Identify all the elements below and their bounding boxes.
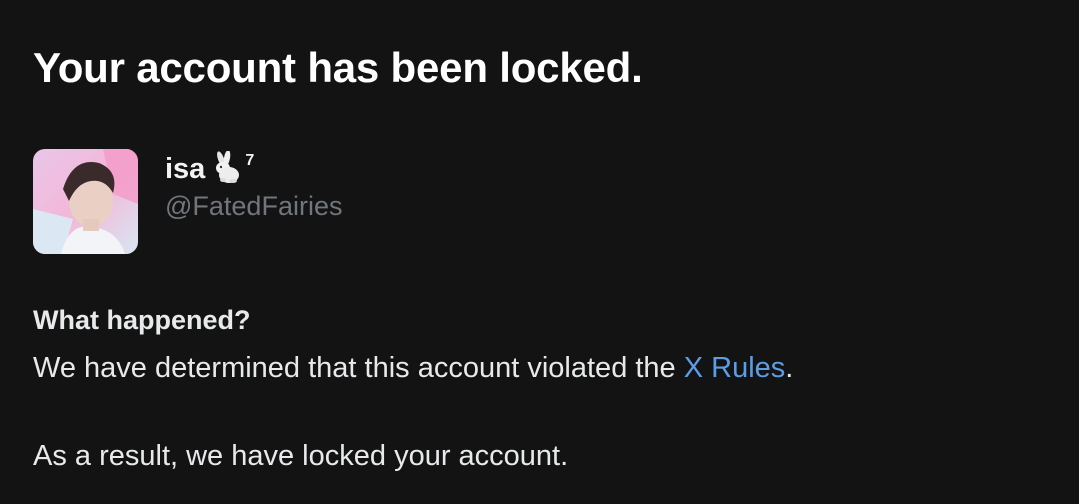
violation-message-period: . bbox=[785, 352, 794, 384]
avatar bbox=[33, 149, 138, 254]
profile-identity: isa 7 @FatedFairies bbox=[165, 150, 343, 223]
display-name-superscript: 7 bbox=[245, 152, 255, 169]
page-title: Your account has been locked. bbox=[33, 44, 643, 91]
rabbit-icon bbox=[211, 150, 243, 185]
profile-card: isa 7 @FatedFairies bbox=[33, 149, 342, 254]
violation-message-text: We have determined that this account vio… bbox=[33, 352, 684, 384]
account-locked-page: Your account has been locked. isa 7 @Fat… bbox=[0, 0, 1079, 504]
avatar-image bbox=[33, 149, 138, 254]
user-handle: @FatedFairies bbox=[165, 191, 343, 221]
lock-result-message: As a result, we have locked your account… bbox=[33, 440, 569, 472]
x-rules-link[interactable]: X Rules bbox=[684, 352, 786, 384]
display-name-row: isa 7 bbox=[165, 150, 342, 187]
display-name: isa bbox=[165, 153, 206, 185]
violation-message: We have determined that this account vio… bbox=[33, 352, 793, 385]
section-heading: What happened? bbox=[33, 305, 251, 335]
